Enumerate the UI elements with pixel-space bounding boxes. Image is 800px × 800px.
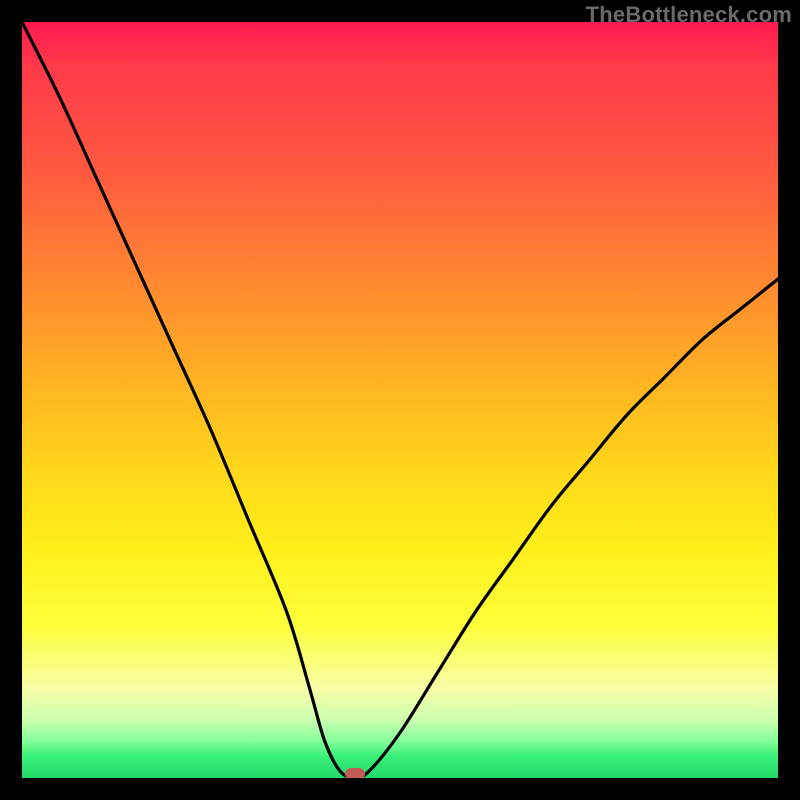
bottleneck-curve [22, 22, 778, 778]
chart-frame: TheBottleneck.com [0, 0, 800, 800]
operating-point-marker [345, 768, 365, 778]
plot-area [22, 22, 778, 778]
